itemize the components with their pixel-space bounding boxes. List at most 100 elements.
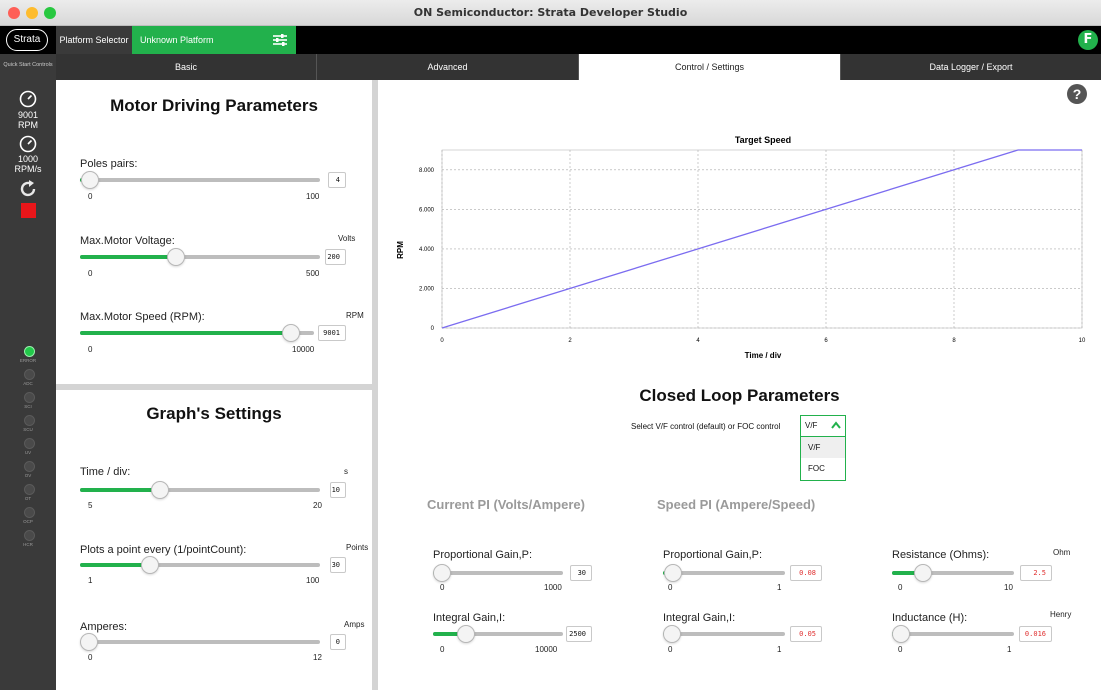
platform-selector-button[interactable]: Platform Selector (56, 26, 132, 54)
top-bar: Strata Platform Selector Unknown Platfor… (0, 26, 1101, 54)
window-title: ON Semiconductor: Strata Developer Studi… (413, 6, 688, 19)
slider-knob[interactable] (913, 564, 932, 582)
control-mode-selected: V/F (805, 421, 818, 430)
speed-i-input[interactable]: 0.05 (790, 626, 822, 642)
speed-unit: RPM (346, 311, 364, 320)
slider-knob[interactable] (141, 556, 160, 574)
plot-area (441, 149, 1083, 329)
chart-title: Target Speed (735, 135, 791, 145)
status-led-uv (24, 438, 35, 449)
slider-knob[interactable] (456, 625, 475, 643)
tab-data-logger-export[interactable]: Data Logger / Export (841, 54, 1101, 80)
status-led-label: UV (24, 450, 32, 455)
time-div-input[interactable]: 10 (330, 482, 346, 498)
stop-button[interactable] (21, 203, 36, 218)
plots-input[interactable]: 30 (330, 557, 346, 573)
refresh-icon[interactable] (18, 179, 38, 199)
speed-i-label: Integral Gain,I: (663, 612, 736, 624)
y-tick-label: 0 (431, 326, 435, 332)
speed-p-input[interactable]: 0.08 (790, 565, 822, 581)
poles-slider[interactable] (80, 171, 320, 189)
inductance-max: 1 (1007, 645, 1012, 654)
platform-name: Unknown Platform (140, 35, 214, 45)
poles-input[interactable]: 4 (328, 172, 346, 188)
zoom-window-icon[interactable] (44, 7, 56, 19)
speed-input[interactable]: 9001 (318, 325, 346, 341)
status-led-label: OV (24, 473, 32, 478)
inductance-input[interactable]: 0.016 (1019, 626, 1052, 642)
current-p-label: Proportional Gain,P: (433, 549, 533, 561)
plots-unit: Points (346, 543, 369, 552)
current-p-min: 0 (440, 583, 445, 592)
speed-i-slider[interactable] (663, 625, 785, 643)
voltage-min: 0 (88, 269, 93, 278)
target-speed-chart: Target Speed Time / div RPM 0 2 4 6 8 10 0 2.00… (396, 135, 1086, 360)
tab-control-settings[interactable]: Control / Settings (579, 54, 841, 80)
window-titlebar: ON Semiconductor: Strata Developer Studi… (0, 0, 1101, 26)
slider-knob[interactable] (892, 625, 910, 643)
user-avatar[interactable]: F (1078, 30, 1098, 50)
option-foc[interactable]: FOC (801, 458, 845, 479)
control-mode-dropdown[interactable]: V/F V/F FOC (800, 415, 846, 481)
chart-gridlines (441, 149, 1083, 329)
plots-min: 1 (88, 576, 93, 585)
time-div-unit: s (344, 467, 348, 476)
resistance-max: 10 (1004, 583, 1013, 592)
help-icon[interactable]: ? (1067, 84, 1087, 104)
strata-logo: Strata (6, 29, 48, 51)
resistance-min: 0 (898, 583, 903, 592)
current-p-slider[interactable] (433, 564, 563, 582)
poles-min: 0 (88, 192, 93, 201)
inductance-slider[interactable] (892, 625, 1014, 643)
status-led-error (24, 346, 35, 357)
status-led-sci (24, 392, 35, 403)
status-led-scu (24, 415, 35, 426)
slider-knob[interactable] (150, 481, 169, 499)
speed-pi-title: Speed PI (Ampere/Speed) (657, 497, 816, 512)
time-div-max: 20 (313, 501, 322, 510)
panel-splitter-vertical[interactable] (372, 80, 378, 690)
slider-knob[interactable] (663, 564, 682, 582)
plots-slider[interactable] (80, 556, 320, 574)
amperes-slider[interactable] (80, 633, 320, 651)
option-vf[interactable]: V/F (801, 437, 845, 458)
current-i-slider[interactable] (433, 625, 563, 643)
tab-bar: Basic Advanced Control / Settings Data L… (56, 54, 1101, 80)
voltage-slider[interactable] (80, 248, 320, 266)
x-tick-label: 8 (952, 338, 956, 344)
sliders-icon[interactable] (272, 32, 288, 48)
x-tick-label: 6 (824, 338, 828, 344)
status-led-adc (24, 369, 35, 380)
y-tick-label: 2.000 (419, 286, 435, 292)
voltage-label: Max.Motor Voltage: (80, 235, 175, 247)
speed-p-max: 1 (777, 583, 782, 592)
panel-splitter-horizontal[interactable] (56, 384, 372, 390)
resistance-input[interactable]: 2.5 (1020, 565, 1052, 581)
slider-knob[interactable] (433, 564, 451, 582)
plots-label: Plots a point every (1/pointCount): (80, 544, 247, 556)
current-p-input[interactable]: 30 (570, 565, 592, 581)
poles-label: Poles pairs: (80, 158, 138, 170)
current-i-input[interactable]: 2500 (566, 626, 592, 642)
slider-knob[interactable] (663, 625, 681, 643)
slider-knob[interactable] (80, 171, 99, 189)
voltage-input[interactable]: 200 (325, 249, 346, 265)
slider-knob[interactable] (80, 633, 98, 651)
slider-fill (80, 488, 160, 492)
close-window-icon[interactable] (8, 7, 20, 19)
speed-i-min: 0 (668, 645, 673, 654)
slider-knob[interactable] (167, 248, 185, 266)
amperes-input[interactable]: 0 (330, 634, 346, 650)
resistance-slider[interactable] (892, 564, 1014, 582)
slider-knob[interactable] (281, 324, 300, 342)
current-i-label: Integral Gain,I: (433, 612, 506, 624)
speed-p-slider[interactable] (663, 564, 785, 582)
inductance-label: Inductance (H): (892, 612, 968, 624)
time-div-slider[interactable] (80, 481, 320, 499)
inductance-min: 0 (898, 645, 903, 654)
rpm-unit: RPM (18, 120, 38, 130)
tab-advanced[interactable]: Advanced (317, 54, 579, 80)
speed-slider[interactable] (80, 324, 314, 342)
minimize-window-icon[interactable] (26, 7, 38, 19)
tab-basic[interactable]: Basic (56, 54, 317, 80)
